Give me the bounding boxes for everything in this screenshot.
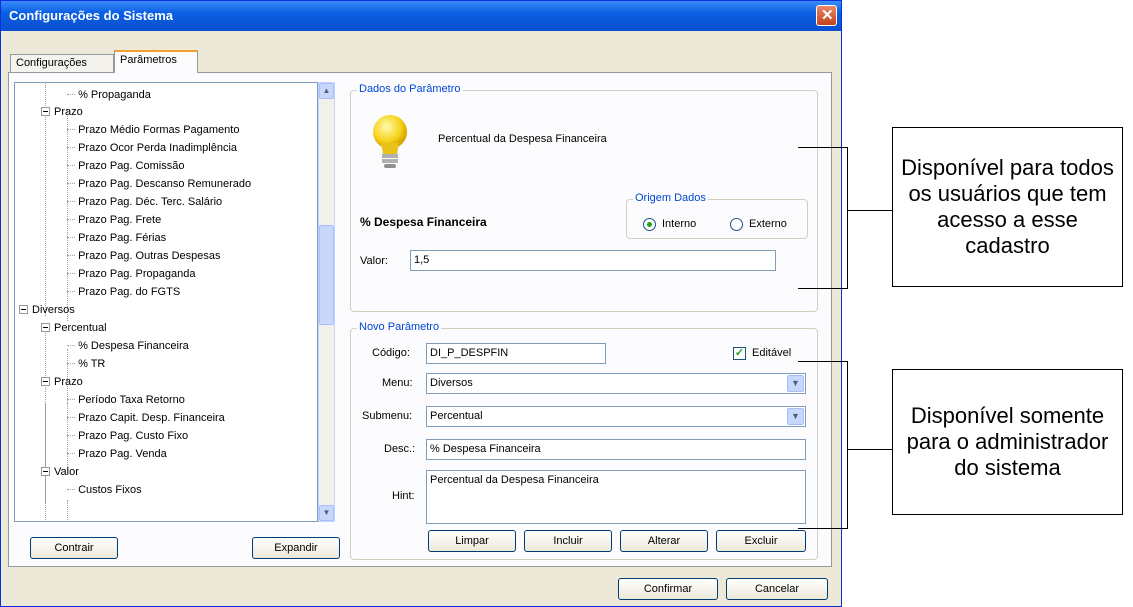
close-icon: ✕ (821, 7, 834, 24)
group-title: Origem Dados (633, 192, 708, 204)
tree-item[interactable]: Prazo Médio Formas Pagamento (67, 122, 239, 139)
tree-node-prazo[interactable]: Prazo (41, 104, 83, 121)
alterar-button[interactable]: Alterar (620, 530, 708, 552)
codigo-input[interactable]: DI_P_DESPFIN (426, 343, 606, 364)
desc-label: Desc.: (384, 443, 416, 455)
expandir-button[interactable]: Expandir (252, 537, 340, 559)
externo-label: Externo (749, 218, 787, 230)
tree-node-diversos[interactable]: Diversos (19, 302, 75, 319)
callout-todos-usuarios: Disponível para todos os usuários que te… (892, 127, 1123, 287)
incluir-button[interactable]: Incluir (524, 530, 612, 552)
bracket-line (798, 361, 848, 362)
tree-item-selected[interactable]: % Despesa Financeira (67, 338, 189, 355)
tree-item[interactable]: Prazo Pag. Férias (67, 230, 166, 247)
tab-parametros[interactable]: Parâmetros (114, 50, 198, 73)
bracket-line (847, 147, 848, 289)
editavel-label: Editável (752, 347, 792, 359)
tree-item[interactable]: Prazo Pag. Descanso Remunerado (67, 176, 251, 193)
tree-item[interactable]: Prazo Ocor Perda Inadimplência (67, 140, 237, 157)
callout-administrador: Disponível somente para o administrador … (892, 369, 1123, 515)
codigo-label: Código: (372, 347, 410, 359)
menu-label: Menu: (382, 377, 413, 389)
submenu-selected-value: Percentual (430, 410, 483, 422)
submenu-label: Submenu: (362, 410, 413, 422)
excluir-button[interactable]: Excluir (716, 530, 806, 552)
valor-input[interactable]: 1,5 (410, 250, 776, 271)
title-bar[interactable]: Configurações do Sistema ✕ (1, 1, 841, 31)
menu-selected-value: Diversos (430, 377, 473, 389)
tree-item[interactable]: Prazo Pag. Frete (67, 212, 161, 229)
tree-item[interactable]: Prazo Pag. Outras Despesas (67, 248, 221, 265)
bracket-line (798, 288, 848, 289)
lightbulb-icon (373, 115, 407, 168)
bracket-line (847, 210, 892, 211)
close-button[interactable]: ✕ (816, 5, 837, 26)
group-title: Novo Parâmetro (357, 321, 442, 333)
tree-item[interactable]: Prazo Pag. Déc. Terc. Salário (67, 194, 222, 211)
tree-item[interactable]: Período Taxa Retorno (67, 392, 185, 409)
contrair-button[interactable]: Contrair (30, 537, 118, 559)
cancelar-button[interactable]: Cancelar (726, 578, 828, 600)
bracket-line (847, 361, 848, 529)
menu-select[interactable]: Diversos ▼ (426, 373, 806, 394)
interno-radio[interactable] (643, 218, 656, 231)
desc-input[interactable]: % Despesa Financeira (426, 439, 806, 460)
bracket-line (798, 147, 848, 148)
tree-scrollbar[interactable]: ▲ ▼ (318, 82, 335, 522)
tree-item[interactable]: Prazo Pag. Venda (67, 446, 167, 463)
externo-radio[interactable] (730, 218, 743, 231)
collapse-icon[interactable] (41, 466, 50, 476)
tree-item[interactable]: Prazo Pag. do FGTS (67, 284, 180, 301)
collapse-icon[interactable] (41, 322, 50, 332)
scroll-up-icon[interactable]: ▲ (319, 83, 334, 99)
hint-textarea[interactable]: Percentual da Despesa Financeira (426, 470, 806, 524)
collapse-icon[interactable] (41, 376, 50, 386)
tree-node-prazo[interactable]: Prazo (41, 374, 83, 391)
bracket-line (847, 449, 892, 450)
tree-item[interactable]: Prazo Pag. Custo Fixo (67, 428, 188, 445)
chevron-down-icon[interactable]: ▼ (787, 375, 804, 392)
tree-item[interactable]: Custos Fixos (67, 482, 142, 499)
hint-label: Hint: (392, 490, 415, 502)
parameters-tree: % Propaganda Prazo Prazo Médio Formas Pa… (14, 82, 318, 522)
confirmar-button[interactable]: Confirmar (618, 578, 718, 600)
tree-node-valor[interactable]: Valor (41, 464, 79, 481)
tree-item[interactable]: Prazo Pag. Comissão (67, 158, 184, 175)
valor-label: Valor: (360, 255, 388, 267)
scroll-down-icon[interactable]: ▼ (319, 505, 334, 521)
collapse-icon[interactable] (19, 304, 28, 314)
tree-item[interactable]: % Propaganda (67, 87, 151, 104)
chevron-down-icon[interactable]: ▼ (787, 408, 804, 425)
parameter-name: % Despesa Financeira (360, 215, 487, 229)
tree-item[interactable]: % TR (67, 356, 105, 373)
interno-label: Interno (662, 218, 697, 230)
collapse-icon[interactable] (41, 106, 50, 116)
tree-item[interactable]: Prazo Capit. Desp. Financeira (67, 410, 225, 427)
window-title: Configurações do Sistema (9, 8, 173, 23)
bracket-line (798, 528, 848, 529)
tab-configuracoes[interactable]: Configurações (10, 54, 114, 72)
tree-item[interactable]: Prazo Pag. Propaganda (67, 266, 195, 283)
tree-node-percentual[interactable]: Percentual (41, 320, 107, 337)
submenu-select[interactable]: Percentual ▼ (426, 406, 806, 427)
parameter-description: Percentual da Despesa Financeira (438, 133, 607, 145)
editavel-checkbox[interactable]: ✓ (733, 347, 746, 360)
group-title: Dados do Parâmetro (357, 83, 463, 95)
limpar-button[interactable]: Limpar (428, 530, 516, 552)
scroll-thumb[interactable] (319, 225, 334, 325)
